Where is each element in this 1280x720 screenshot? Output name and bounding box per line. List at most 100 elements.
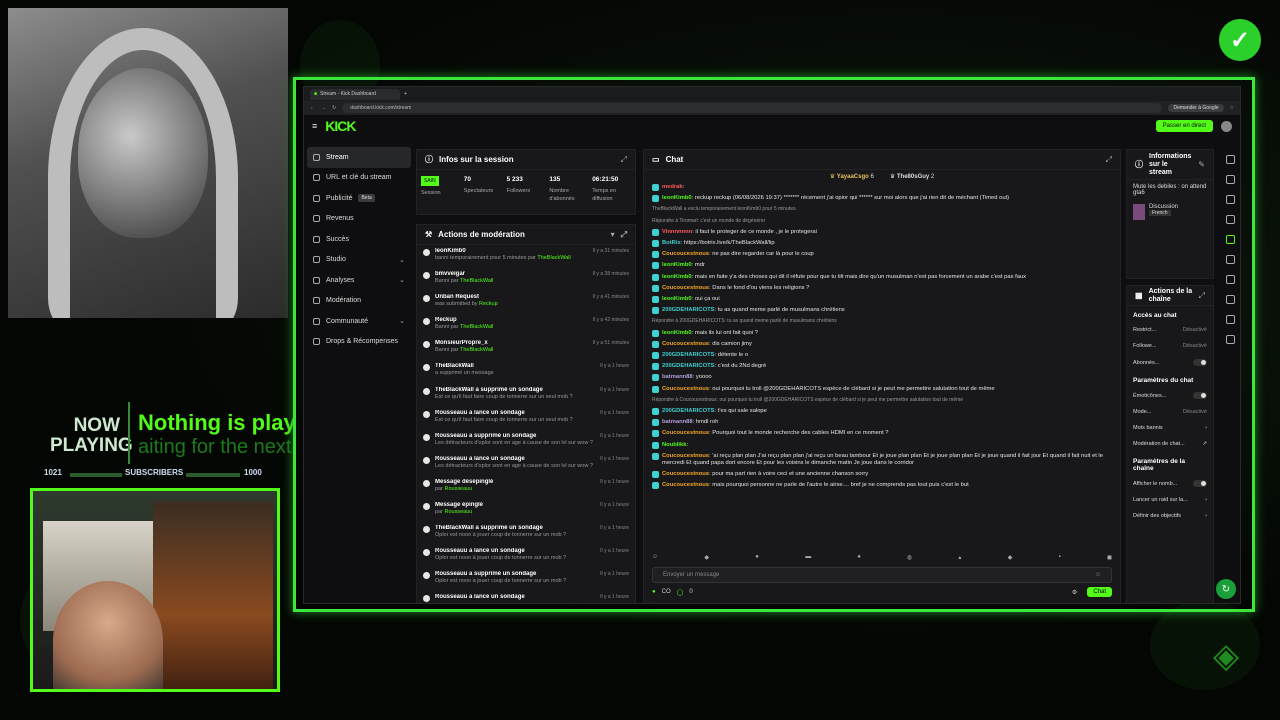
- slow-mode-setting[interactable]: Mode... Désactivé: [1127, 404, 1213, 420]
- mod-action-item[interactable]: Rousseauu a supprimé un sondage Oplor est…: [417, 568, 635, 591]
- chat-username[interactable]: Coucoucestnous: [662, 341, 709, 347]
- chat-message[interactable]: Coucoucestnous: Pourquoi tout le monde r…: [652, 428, 1112, 439]
- subscribers-toggle[interactable]: [1193, 359, 1207, 366]
- edit-icon[interactable]: ✎: [1198, 160, 1205, 169]
- emote-icon[interactable]: ☺: [652, 554, 658, 561]
- info-icon[interactable]: [1225, 155, 1235, 164]
- chat-message[interactable]: leonKimb0: mdr: [652, 260, 1112, 271]
- chat-message[interactable]: Coucoucestnous: Dans le fond d'ou viens …: [652, 283, 1112, 294]
- restricted-setting[interactable]: Restrict... Désactivé: [1127, 322, 1213, 338]
- sidebar-item-achievements[interactable]: Succès: [307, 229, 411, 250]
- settings-icon[interactable]: ⚙: [1072, 589, 1077, 596]
- subscribers-only-setting[interactable]: Abonnés...: [1127, 354, 1213, 371]
- mod-action-item[interactable]: Rousseauu a lancé un sondage Est ce qu'il…: [417, 407, 635, 430]
- chat-message[interactable]: batmann88: hmdl roh: [652, 417, 1112, 428]
- chat-message[interactable]: Coucoucestnous: dis camion jimy: [652, 339, 1112, 350]
- mod-action-item[interactable]: TheBlackWall a supprimé un sondage Est ce…: [417, 384, 635, 407]
- sidebar-item-community[interactable]: Communauté ⌄: [307, 311, 411, 332]
- chat-username[interactable]: Coucoucestnous: [662, 430, 709, 436]
- new-tab-icon[interactable]: +: [404, 91, 407, 97]
- emote-icon[interactable]: ▴: [958, 554, 961, 561]
- emote-icon[interactable]: ◆: [704, 554, 709, 561]
- chat-message[interactable]: Coucoucestnous: pour ma part rien à voir…: [652, 469, 1112, 480]
- mod-action-item[interactable]: Unban Request was submitted by Reckup Il y…: [417, 291, 635, 314]
- chat-username[interactable]: BotRix: [662, 240, 681, 246]
- chat-message[interactable]: Coucoucestnous: ne pas dire regarder car…: [652, 249, 1112, 260]
- chat-message[interactable]: medrak:: [652, 182, 1112, 193]
- mod-action-item[interactable]: Rousseauu a lancé un sondage Les détracte…: [417, 453, 635, 476]
- chat-moderation-link[interactable]: Modération de chat... ↗: [1127, 436, 1213, 452]
- show-viewer-count-setting[interactable]: Afficher le nomb...: [1127, 475, 1213, 492]
- emote-icon[interactable]: ◆: [1008, 554, 1013, 561]
- emoji-icon[interactable]: ☺: [1095, 572, 1101, 578]
- chat-message[interactable]: Coucoucestnous: oui pourquoi tu troll @2…: [652, 384, 1112, 395]
- chat-message[interactable]: leonKimb0: oui ça oui: [652, 294, 1112, 305]
- url-field[interactable]: dashboard.kick.com/stream: [342, 103, 1163, 113]
- chat-message[interactable]: leonKimb0: mais ils lui ont fait quoi ?: [652, 328, 1112, 339]
- chat-input[interactable]: Envoyer un message ☺: [652, 567, 1112, 583]
- emote-icon[interactable]: ▬: [805, 554, 811, 561]
- bolt-icon[interactable]: [1225, 215, 1235, 224]
- mod-action-item[interactable]: Message désépinglé par Rousseauu Il y a 1 …: [417, 476, 635, 499]
- sidebar-item-stream[interactable]: Stream: [307, 147, 411, 168]
- chat-username[interactable]: Coucoucestnous: [662, 386, 709, 392]
- go-live-button[interactable]: Passer en direct: [1155, 120, 1213, 132]
- emote-icon[interactable]: ▪: [1059, 554, 1061, 561]
- popout-icon[interactable]: ⤢: [621, 155, 627, 165]
- chat-username[interactable]: batmann88: [662, 419, 693, 425]
- chat-message[interactable]: leonKimb0: mais en faite y'a des choses …: [652, 272, 1112, 283]
- emote-icon[interactable]: ◍: [907, 554, 912, 561]
- tool-icon[interactable]: [1225, 315, 1235, 324]
- chat-message[interactable]: Coucoucestnous: 'ai reçu plan plan J'ai …: [652, 451, 1112, 469]
- grid-icon[interactable]: [1225, 235, 1235, 244]
- followers-only-setting[interactable]: Followe... Désactivé: [1127, 338, 1213, 354]
- chat-message[interactable]: 200GDEHARICOTS: c'est du 2Nd degré: [652, 361, 1112, 372]
- chat-username[interactable]: 200GDEHARICOTS: [662, 363, 715, 369]
- chat-username[interactable]: Coucoucestnous: [662, 482, 709, 488]
- menu-icon[interactable]: ≡: [312, 121, 317, 131]
- ask-google-chip[interactable]: Demander à Google: [1168, 104, 1224, 112]
- emotes-only-setting[interactable]: Émoticônes...: [1127, 387, 1213, 404]
- viewer-count-toggle[interactable]: [1193, 480, 1207, 487]
- sidebar-item-stream-key[interactable]: URL et clé du stream: [307, 168, 411, 189]
- chat-message[interactable]: batmann88: yoooo: [652, 372, 1112, 383]
- sidebar-item-drops[interactable]: Drops & Récompenses: [307, 332, 411, 353]
- mod-action-item[interactable]: leonKimb0 banni temporairement pour 5 min…: [417, 245, 635, 268]
- banned-words-link[interactable]: Mots bannis ›: [1127, 420, 1213, 436]
- popout-icon[interactable]: ⤢: [1106, 155, 1112, 165]
- reload-icon[interactable]: ↻: [332, 105, 336, 111]
- chat-message[interactable]: 200GDEHARICOTS: détente le o: [652, 350, 1112, 361]
- back-icon[interactable]: ←: [310, 105, 315, 111]
- chat-username[interactable]: 200GDEHARICOTS: [662, 307, 715, 313]
- emote-icon[interactable]: ◼: [1107, 554, 1112, 561]
- chat-username[interactable]: medrak: [662, 184, 683, 190]
- chat-message[interactable]: 200GDEHARICOTS: tu as quand meme parlé d…: [652, 305, 1112, 316]
- mod-action-item[interactable]: MonsieurPropre_x Banni par TheBlackWall Il…: [417, 337, 635, 360]
- chat-message[interactable]: Coucoucestnous: mais pourquoi personne n…: [652, 480, 1112, 491]
- card-icon[interactable]: [1225, 195, 1235, 204]
- mod-action-item[interactable]: Rousseauu a supprimé un sondage Les détra…: [417, 430, 635, 453]
- sidebar-item-ads[interactable]: Publicité Beta: [307, 188, 411, 209]
- mod-action-item[interactable]: Rousseauu a lancé un sondage Il y a 1 heu…: [417, 591, 635, 603]
- puzzle-icon[interactable]: [1225, 335, 1235, 344]
- chat-username[interactable]: leonKimb0: [662, 296, 692, 302]
- chat-message[interactable]: leonKimb0: reckup reckup (06/08/2026 19:…: [652, 193, 1112, 204]
- sidebar-item-revenue[interactable]: Revenus: [307, 209, 411, 230]
- emote-icon[interactable]: ♠: [857, 554, 860, 561]
- calendar-icon[interactable]: [1225, 295, 1235, 304]
- chat-username[interactable]: Coucoucestnous: [662, 251, 709, 257]
- chat-username[interactable]: leonKimb0: [662, 262, 692, 268]
- mod-action-item[interactable]: TheBlackWall a supprimé un message Il y a …: [417, 360, 635, 383]
- avatar[interactable]: [1221, 120, 1232, 132]
- sidebar-item-analytics[interactable]: Analyses ⌄: [307, 270, 411, 291]
- chat-message[interactable]: Noublikk:: [652, 440, 1112, 451]
- emotes-toggle[interactable]: [1193, 392, 1207, 399]
- filter-icon[interactable]: ▾: [611, 230, 615, 239]
- goals-link[interactable]: Définir des objectifs ›: [1127, 508, 1213, 524]
- kick-logo[interactable]: KICK: [325, 118, 356, 134]
- mod-action-item[interactable]: Message épinglé par Rousseauu Il y a 1 heu…: [417, 499, 635, 522]
- raid-link[interactable]: Lancer un raid sur la... ›: [1127, 492, 1213, 508]
- popout-icon[interactable]: ⤢: [621, 230, 627, 240]
- emote-icon[interactable]: ●: [755, 554, 759, 561]
- forward-icon[interactable]: →: [321, 105, 326, 111]
